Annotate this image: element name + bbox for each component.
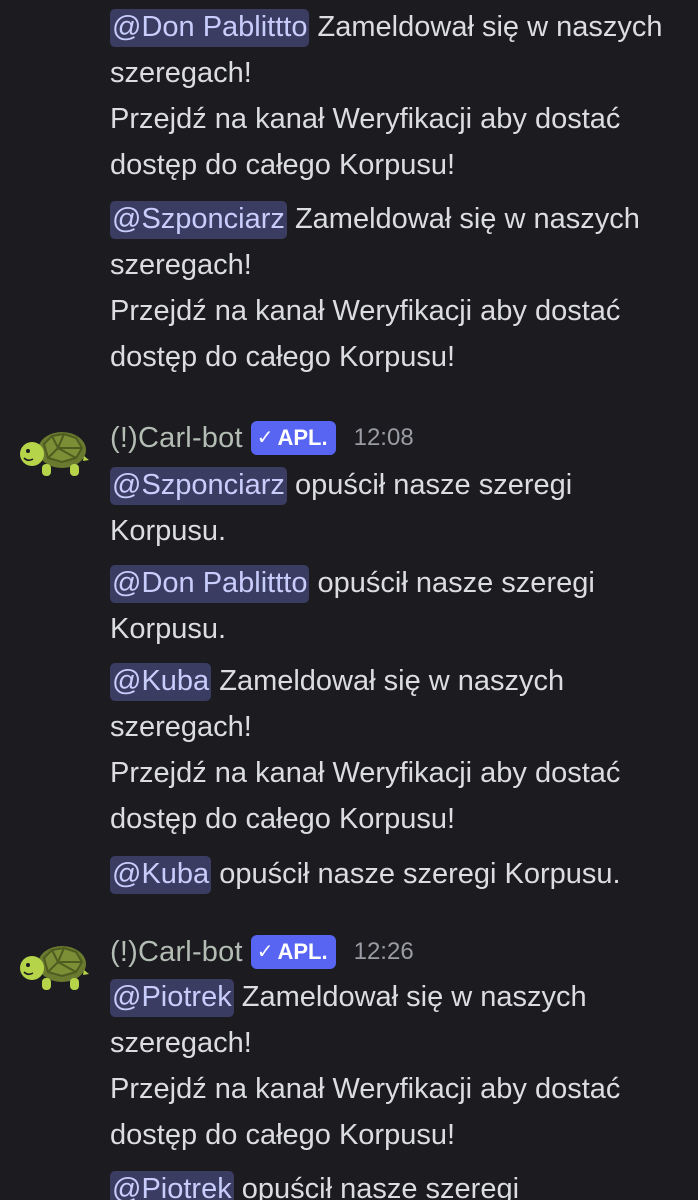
user-mention[interactable]: @Don Pablittto [110,565,310,603]
username[interactable]: (!)Carl-bot [110,936,243,969]
check-icon: ✓ [256,427,274,449]
message: @Szponciarz Zameldował się w naszych sze… [110,196,685,380]
avatar[interactable] [18,938,90,994]
message-text: opuścił nasze szeregi [233,1173,520,1200]
turtle-icon [20,432,89,476]
message: @Kuba opuścił nasze szeregi Korpusu. [110,851,685,897]
user-mention[interactable]: @Szponciarz [110,201,287,239]
message-text: Przejdź na kanał Weryfikacji aby dostać … [110,295,621,373]
user-mention[interactable]: @Piotrek [110,1171,234,1200]
message: @Kuba Zameldował się w naszych szeregach… [110,658,685,842]
message: @Szponciarz opuścił nasze szeregi Korpus… [110,462,685,554]
user-mention[interactable]: @Szponciarz [110,467,287,505]
app-badge: ✓ APL. [250,421,336,455]
avatar[interactable] [18,424,90,480]
message: @Don Pablittto opuścił nasze szeregi Kor… [110,560,685,652]
turtle-icon [20,946,89,990]
message: @Piotrek opuścił nasze szeregi [110,1166,685,1200]
badge-label: APL. [277,425,328,450]
user-mention[interactable]: @Kuba [110,663,212,701]
message-text: Przejdź na kanał Weryfikacji aby dostać … [110,103,621,181]
check-icon: ✓ [256,941,274,963]
message-header: (!)Carl-bot ✓ APL. 12:26 [110,930,414,974]
chat-message-list: @Don Pablittto Zameldował się w naszych … [0,0,698,1200]
message-text: Przejdź na kanał Weryfikacji aby dostać … [110,1073,621,1151]
message-header: (!)Carl-bot ✓ APL. 12:08 [110,416,414,460]
user-mention[interactable]: @Don Pablittto [110,9,310,47]
message: @Piotrek Zameldował się w naszych szereg… [110,974,685,1158]
user-mention[interactable]: @Kuba [110,856,212,894]
username[interactable]: (!)Carl-bot [110,422,243,455]
message: @Don Pablittto Zameldował się w naszych … [110,4,685,188]
message-text: Przejdź na kanał Weryfikacji aby dostać … [110,757,621,835]
user-mention[interactable]: @Piotrek [110,979,234,1017]
message-text: opuścił nasze szeregi Korpusu. [211,858,621,890]
timestamp: 12:26 [353,938,414,965]
timestamp: 12:08 [353,424,414,451]
badge-label: APL. [277,939,328,964]
app-badge: ✓ APL. [250,935,336,969]
